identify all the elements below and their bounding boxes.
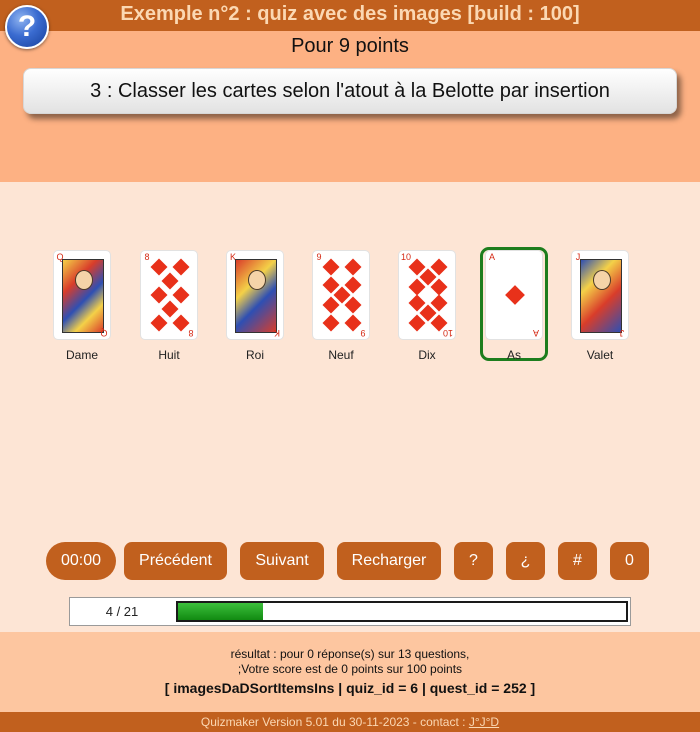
result-ids: [ imagesDaDSortItemsIns | quiz_id = 6 | …	[164, 680, 536, 696]
card-neuf[interactable]: 9 9 Neuf	[309, 250, 373, 362]
card-valet[interactable]: J J Valet	[568, 250, 632, 362]
zero-button[interactable]: 0	[610, 542, 649, 580]
card-image: 8 8	[140, 250, 198, 340]
card-huit[interactable]: 8 8 Huit	[137, 250, 201, 362]
card-dame[interactable]: Q Q Dame	[50, 250, 114, 362]
card-list: Q Q Dame 8 8 Huit K K Roi 9 9 Neuf 10 10…	[0, 247, 700, 370]
footer: Quizmaker Version 5.01 du 30-11-2023 - c…	[0, 712, 700, 732]
help-button[interactable]: ?	[454, 542, 493, 580]
inverse-help-button[interactable]: ¿	[506, 542, 545, 580]
card-image: 9 9	[312, 250, 370, 340]
result-line-1: résultat : pour 0 réponse(s) sur 13 ques…	[230, 647, 470, 661]
card-image: Q Q	[53, 250, 111, 340]
button-bar: 00:00 Précédent Suivant Recharger ? ¿ # …	[0, 542, 700, 580]
hash-button[interactable]: #	[558, 542, 597, 580]
card-label: Dame	[65, 348, 98, 362]
card-label: Neuf	[328, 348, 354, 362]
card-label: Huit	[158, 348, 180, 362]
timer-button[interactable]: 00:00	[46, 542, 116, 580]
progress-label: 4 / 21	[105, 604, 139, 619]
card-image: J J	[571, 250, 629, 340]
reload-button[interactable]: Recharger	[337, 542, 441, 580]
points-label: Pour 9 points	[291, 35, 409, 57]
card-label: As	[506, 348, 521, 362]
result-line-2: ;Votre score est de 0 points sur 100 poi…	[237, 662, 463, 676]
title-bar: Exemple n°2 : quiz avec des images [buil…	[0, 0, 700, 31]
progress-box: 4 / 21	[69, 597, 631, 626]
card-as[interactable]: A A As	[482, 250, 546, 362]
next-button[interactable]: Suivant	[240, 542, 324, 580]
card-label: Dix	[418, 348, 436, 362]
card-image: 10 10	[398, 250, 456, 340]
result-panel: résultat : pour 0 réponse(s) sur 13 ques…	[0, 632, 700, 712]
question-header: Pour 9 points 3 : Classer les cartes sel…	[0, 31, 700, 182]
card-image: K K	[226, 250, 284, 340]
card-image: A A	[485, 250, 543, 340]
app-title: Exemple n°2 : quiz avec des images [buil…	[120, 3, 580, 25]
card-label: Valet	[586, 348, 614, 362]
card-dix[interactable]: 10 10 Dix	[395, 250, 459, 362]
contact-link[interactable]: J°J°D	[469, 715, 499, 729]
progress-fill	[178, 603, 264, 620]
question-text: 3 : Classer les cartes selon l'atout à l…	[23, 68, 677, 114]
card-roi[interactable]: K K Roi	[223, 250, 287, 362]
card-label: Roi	[245, 348, 264, 362]
footer-text: Quizmaker Version 5.01 du 30-11-2023 - c…	[200, 715, 469, 729]
progress-bar	[176, 601, 628, 622]
previous-button[interactable]: Précédent	[124, 542, 227, 580]
help-icon[interactable]: ?	[5, 5, 49, 49]
